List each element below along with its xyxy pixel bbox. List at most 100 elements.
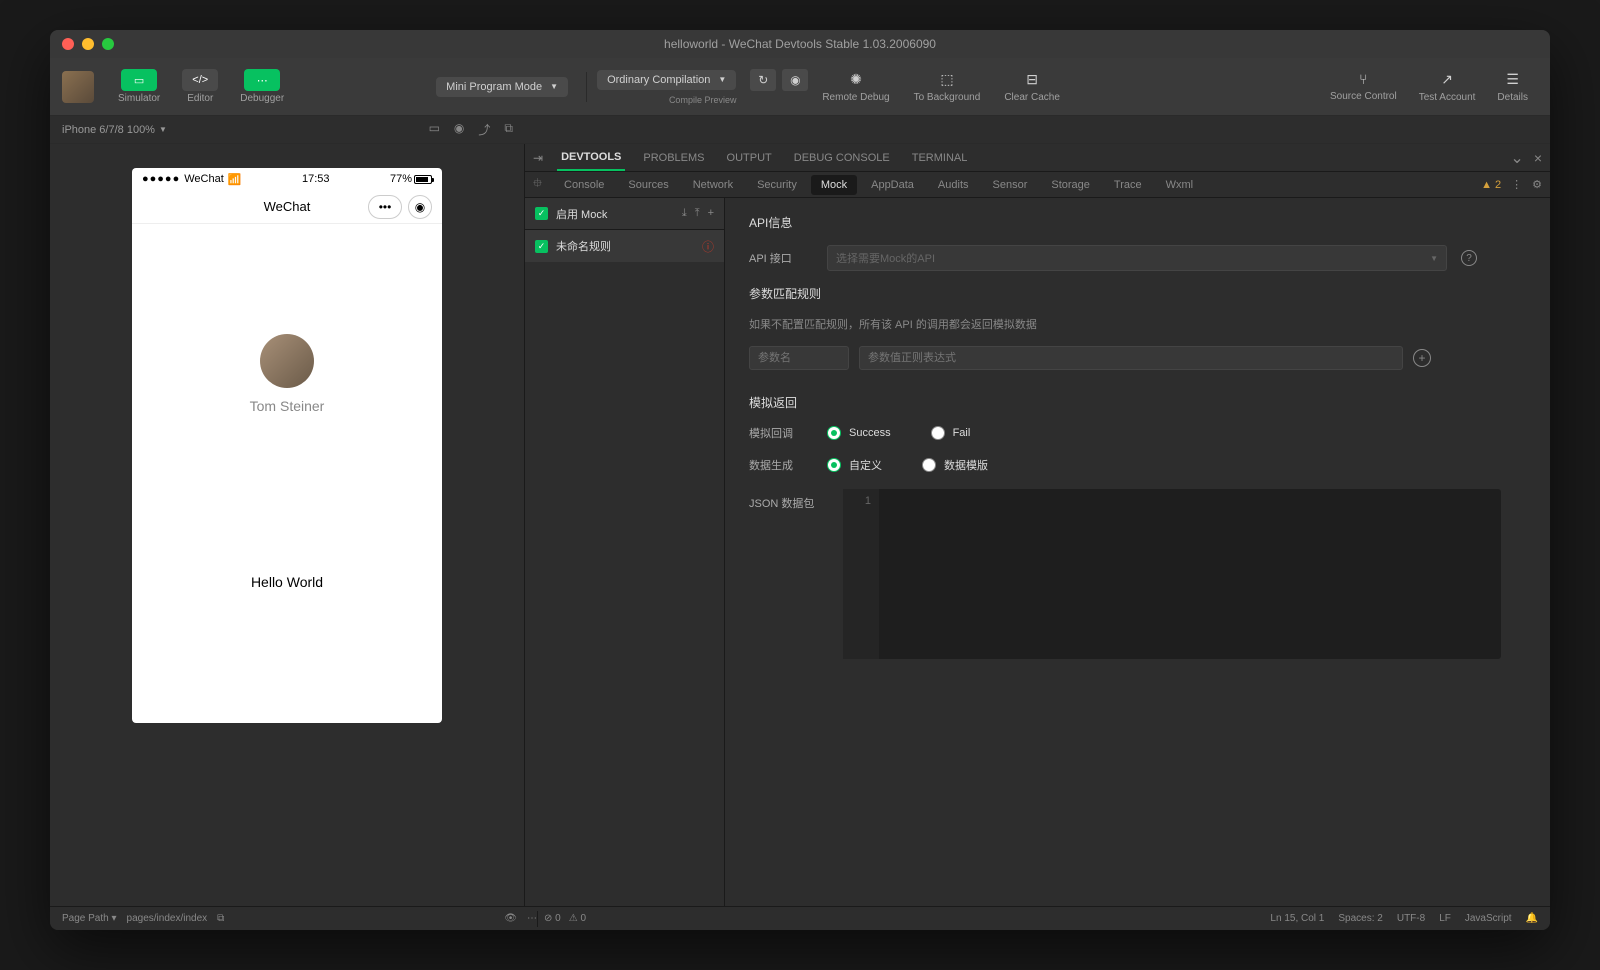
phone-body: Tom Steiner Hello World <box>132 224 442 723</box>
source-control-button[interactable]: ⑂ Source Control <box>1320 71 1407 103</box>
eye-icon[interactable]: 👁 <box>504 913 517 924</box>
inspect-icon[interactable]: ⯐ <box>533 174 542 195</box>
json-editor-body[interactable] <box>879 489 1501 659</box>
callback-fail-option[interactable]: Fail <box>931 426 971 440</box>
wifi-icon: 📶 <box>228 173 242 186</box>
close-panel-icon[interactable]: × <box>1534 150 1542 166</box>
phone-close-button[interactable]: ◉ <box>408 195 432 219</box>
window-close-button[interactable] <box>62 38 74 50</box>
subtab-mock[interactable]: Mock <box>811 175 857 195</box>
record-icon[interactable]: ◉ <box>454 121 464 138</box>
export-icon[interactable]: ⤒ <box>695 207 700 220</box>
eol[interactable]: LF <box>1439 913 1451 924</box>
settings-icon[interactable]: ⚙ <box>1532 178 1542 191</box>
username-label: Tom Steiner <box>250 398 325 414</box>
program-mode-dropdown[interactable]: Mini Program Mode ▼ <box>436 77 568 97</box>
subtab-network[interactable]: Network <box>683 175 743 195</box>
enable-mock-checkbox[interactable]: ✓ <box>535 207 548 220</box>
caret-down-icon: ▼ <box>718 75 726 84</box>
warnings-count[interactable]: ⚠ 0 <box>569 913 586 924</box>
window-minimize-button[interactable] <box>82 38 94 50</box>
user-avatar[interactable] <box>62 71 94 103</box>
param-name-input[interactable] <box>749 346 849 370</box>
add-param-button[interactable]: + <box>1413 349 1431 367</box>
caret-down-icon: ▼ <box>1430 254 1438 263</box>
clear-cache-button[interactable]: ⊟ Clear Cache <box>994 71 1070 103</box>
tab-devtools[interactable]: DEVTOOLS <box>557 151 625 171</box>
json-label: JSON 数据包 <box>749 489 829 511</box>
layers-icon[interactable]: ⧉ <box>504 121 513 138</box>
return-title: 模拟返回 <box>749 394 1526 411</box>
param-value-input[interactable] <box>859 346 1403 370</box>
cache-icon: ⊟ <box>1026 71 1038 88</box>
mock-detail-panel: API信息 API 接口 选择需要Mock的API ▼ ? 参数匹配规则 如果不… <box>725 198 1550 906</box>
subtab-security[interactable]: Security <box>747 175 807 195</box>
editor-button[interactable]: </> Editor <box>174 65 226 108</box>
compile-preview-label: Compile Preview <box>669 95 737 105</box>
debugger-label: Debugger <box>240 93 284 104</box>
radio-unchecked-icon <box>931 426 945 440</box>
simulator-pane: ●●●●● WeChat 📶 17:53 77% WeChat ••• ◉ <box>50 144 525 906</box>
page-path-label[interactable]: Page Path ▾ <box>62 913 117 924</box>
copy-icon[interactable]: ⧉ <box>217 913 224 924</box>
subtab-sources[interactable]: Sources <box>618 175 678 195</box>
param-rules-description: 如果不配置匹配规则，所有该 API 的调用都会返回模拟数据 <box>749 316 1526 332</box>
test-account-button[interactable]: ↗ Test Account <box>1409 71 1486 103</box>
divider <box>537 911 538 927</box>
cursor-position[interactable]: Ln 15, Col 1 <box>1270 913 1324 924</box>
carrier-label: WeChat <box>184 173 224 185</box>
help-icon[interactable]: ? <box>1461 250 1477 266</box>
subtab-audits[interactable]: Audits <box>928 175 979 195</box>
preview-button[interactable]: ◉ <box>782 69 808 91</box>
tab-terminal[interactable]: TERMINAL <box>908 152 972 164</box>
remote-debug-button[interactable]: ✺ Remote Debug <box>812 71 899 103</box>
api-select[interactable]: 选择需要Mock的API ▼ <box>827 245 1447 271</box>
rule-enabled-checkbox[interactable]: ✓ <box>535 240 548 253</box>
subtab-sensor[interactable]: Sensor <box>983 175 1038 195</box>
simulator-button[interactable]: ▭ Simulator <box>110 65 168 108</box>
devtools-main-tabs: ⇥ DEVTOOLS PROBLEMS OUTPUT DEBUG CONSOLE… <box>525 144 1550 172</box>
subtab-storage[interactable]: Storage <box>1041 175 1100 195</box>
more-icon[interactable]: ⋮ <box>1511 178 1522 191</box>
panel-toggle-icon[interactable]: ⇥ <box>533 151 543 165</box>
compilation-dropdown[interactable]: Ordinary Compilation ▼ <box>597 70 736 90</box>
add-rule-icon[interactable]: + <box>708 207 714 220</box>
user-avatar-image <box>260 334 314 388</box>
encoding[interactable]: UTF-8 <box>1397 913 1425 924</box>
window-title: helloworld - WeChat Devtools Stable 1.03… <box>664 37 936 51</box>
to-background-button[interactable]: ⬚ To Background <box>904 71 991 103</box>
chevron-down-icon[interactable]: ⌄ <box>1510 148 1523 168</box>
subtab-trace[interactable]: Trace <box>1104 175 1152 195</box>
share-icon[interactable]: ⤴ <box>478 121 490 138</box>
datagen-template-option[interactable]: 数据模版 <box>922 457 988 473</box>
tab-output[interactable]: OUTPUT <box>723 152 776 164</box>
language-mode[interactable]: JavaScript <box>1465 913 1512 924</box>
radio-checked-icon <box>827 458 841 472</box>
details-button[interactable]: ☰ Details <box>1487 71 1538 103</box>
tab-debug-console[interactable]: DEBUG CONSOLE <box>790 152 894 164</box>
errors-count[interactable]: ⊘ 0 <box>544 913 561 924</box>
phone-menu-button[interactable]: ••• <box>368 195 402 219</box>
window-maximize-button[interactable] <box>102 38 114 50</box>
callback-success-option[interactable]: Success <box>827 426 891 440</box>
notifications-icon[interactable]: 🔔 <box>1526 913 1538 924</box>
more-icon[interactable]: ⋯ <box>527 913 537 924</box>
compile-button[interactable]: ↻ <box>750 69 776 91</box>
subtab-wxml[interactable]: Wxml <box>1156 175 1204 195</box>
warning-badge[interactable]: ▲ 2 <box>1481 179 1501 191</box>
subtab-console[interactable]: Console <box>554 175 614 195</box>
phone-status-bar: ●●●●● WeChat 📶 17:53 77% <box>132 168 442 190</box>
callback-label: 模拟回调 <box>749 425 813 441</box>
debugger-button[interactable]: ⋯ Debugger <box>232 65 292 108</box>
mock-rule-item[interactable]: ✓ 未命名规则 ⓘ <box>525 230 724 262</box>
device-icon[interactable]: ▭ <box>429 121 440 138</box>
import-icon[interactable]: ⤓ <box>682 207 687 220</box>
datagen-custom-option[interactable]: 自定义 <box>827 457 882 473</box>
line-number: 1 <box>843 489 879 659</box>
json-editor[interactable]: 1 <box>843 489 1501 659</box>
tab-problems[interactable]: PROBLEMS <box>639 152 708 164</box>
device-selector[interactable]: iPhone 6/7/8 100% ▼ <box>62 124 167 136</box>
page-path-value[interactable]: pages/index/index <box>127 913 208 924</box>
indent-setting[interactable]: Spaces: 2 <box>1338 913 1382 924</box>
subtab-appdata[interactable]: AppData <box>861 175 924 195</box>
